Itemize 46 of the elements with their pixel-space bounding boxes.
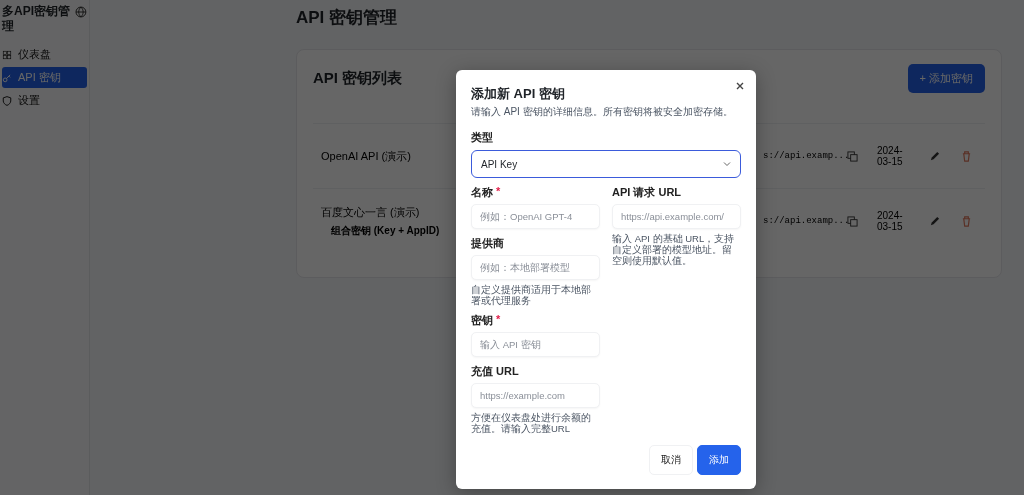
shield-icon <box>2 95 12 106</box>
input-field[interactable]: 输入 API 密钥 <box>471 332 600 357</box>
date-cell-text: 2024-03-15 <box>877 145 904 167</box>
input-field[interactable]: 例如：OpenAI GPT-4 <box>471 204 600 229</box>
date-cell-text: 2024-03-15 <box>877 210 904 232</box>
input-field[interactable]: 例如：本地部署模型 <box>471 255 600 280</box>
required-mark: * <box>496 313 501 327</box>
field-label: 充值 URL <box>471 364 519 379</box>
submit-button[interactable]: 添加 <box>697 445 741 475</box>
field-label: 类型 <box>471 130 493 145</box>
grid-icon <box>2 49 12 60</box>
field-label: API 请求 URL <box>612 185 682 200</box>
field-label: 密钥 <box>471 313 493 328</box>
field-hint: 方便在仪表盘处进行余额的充值。请输入完整URL <box>471 412 592 434</box>
trash-icon[interactable] <box>961 215 972 227</box>
dialog-title: 添加新 API 密钥 <box>471 85 566 103</box>
copy-icon[interactable] <box>847 215 858 227</box>
url-cell: s://api.examp... <box>763 151 847 161</box>
field-label: 提供商 <box>471 236 504 251</box>
add-key-button[interactable]: + 添加密钥 <box>907 64 985 93</box>
pencil-icon[interactable] <box>929 215 940 227</box>
close-icon[interactable] <box>734 80 746 92</box>
globe-icon[interactable] <box>75 6 87 18</box>
input-field[interactable]: https://example.com <box>471 383 600 408</box>
cancel-button[interactable]: 取消 <box>649 445 693 475</box>
url-cell: s://api.examp... <box>763 216 847 226</box>
page-title: API 密钥管理 <box>296 7 399 29</box>
field-hint: 输入 API 的基础 URL，支持自定义部署的模型地址。留空则使用默认值。 <box>612 233 736 266</box>
dialog-description: 请输入 API 密钥的详细信息。所有密钥将被安全加密存储。 <box>471 106 734 118</box>
chevron-icon <box>723 160 731 168</box>
key-name: 百度文心一言 (演示) <box>321 204 421 220</box>
key-subtitle: 组合密钥 (Key + AppID) <box>330 223 441 238</box>
required-mark: * <box>496 185 501 199</box>
card-title: API 密钥列表 <box>313 69 403 88</box>
copy-icon[interactable] <box>847 150 858 162</box>
app-title: 多API密钥管理 <box>2 4 71 34</box>
field-label: 名称 <box>471 185 493 200</box>
trash-icon[interactable] <box>961 150 972 162</box>
field-hint: 自定义提供商适用于本地部署或代理服务 <box>471 284 592 306</box>
nav-item[interactable]: API 密钥 <box>2 67 87 88</box>
type-select[interactable]: API Key <box>471 150 741 178</box>
input-field[interactable]: https://api.example.com/ <box>612 204 741 229</box>
pencil-icon[interactable] <box>929 150 940 162</box>
nav-item[interactable]: 仪表盘 <box>2 44 87 65</box>
nav-item[interactable]: 设置 <box>2 90 87 111</box>
key-name: OpenAI API (演示) <box>321 148 412 164</box>
